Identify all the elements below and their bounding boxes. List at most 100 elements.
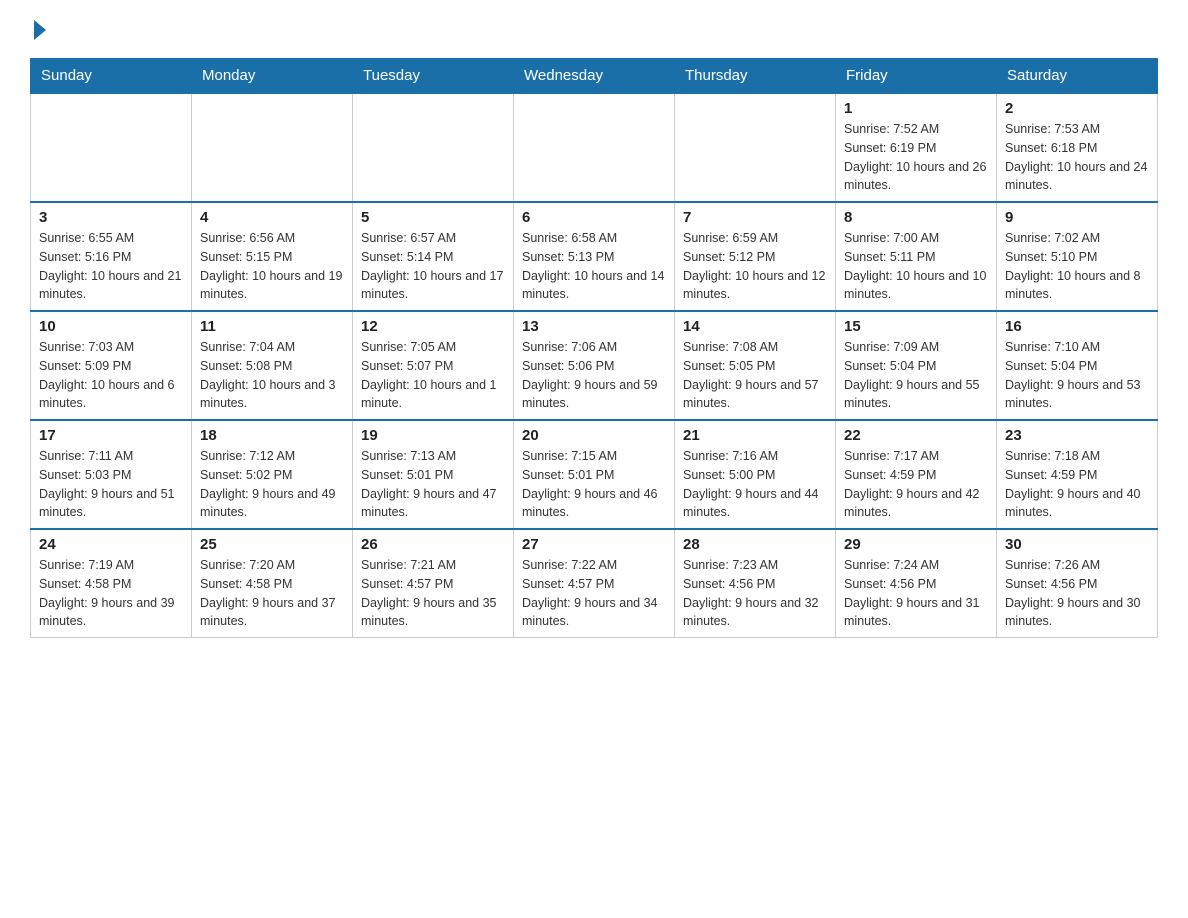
calendar-cell-1-3 (353, 93, 514, 202)
day-number: 1 (844, 100, 988, 117)
day-number: 29 (844, 536, 988, 553)
calendar-cell-1-6: 1 Sunrise: 7:52 AMSunset: 6:19 PMDaylight… (836, 93, 997, 202)
page-header (30, 20, 1158, 40)
day-info: Sunrise: 7:21 AMSunset: 4:57 PMDaylight:… (361, 556, 505, 631)
day-number: 12 (361, 318, 505, 335)
day-number: 30 (1005, 536, 1149, 553)
day-number: 6 (522, 209, 666, 226)
calendar-cell-5-4: 27 Sunrise: 7:22 AMSunset: 4:57 PMDayligh… (514, 529, 675, 638)
day-number: 2 (1005, 100, 1149, 117)
calendar-cell-1-7: 2 Sunrise: 7:53 AMSunset: 6:18 PMDaylight… (997, 93, 1158, 202)
day-info: Sunrise: 7:09 AMSunset: 5:04 PMDaylight:… (844, 338, 988, 413)
calendar-cell-1-2 (192, 93, 353, 202)
logo (30, 20, 46, 40)
calendar-cell-1-1 (31, 93, 192, 202)
calendar-cell-4-5: 21Sunrise: 7:16 AMSunset: 5:00 PMDayligh… (675, 420, 836, 529)
calendar-cell-2-6: 8 Sunrise: 7:00 AMSunset: 5:11 PMDaylight… (836, 202, 997, 311)
weekday-header-wednesday: Wednesday (514, 59, 675, 94)
day-number: 4 (200, 209, 344, 226)
weekday-header-thursday: Thursday (675, 59, 836, 94)
day-info: Sunrise: 7:11 AMSunset: 5:03 PMDaylight:… (39, 447, 183, 522)
weekday-header-sunday: Sunday (31, 59, 192, 94)
day-info: Sunrise: 7:53 AMSunset: 6:18 PMDaylight:… (1005, 120, 1149, 195)
day-number: 15 (844, 318, 988, 335)
day-info: Sunrise: 7:23 AMSunset: 4:56 PMDaylight:… (683, 556, 827, 631)
calendar-cell-2-1: 3 Sunrise: 6:55 AMSunset: 5:16 PMDaylight… (31, 202, 192, 311)
calendar-cell-1-4 (514, 93, 675, 202)
calendar-cell-2-4: 6 Sunrise: 6:58 AMSunset: 5:13 PMDaylight… (514, 202, 675, 311)
day-number: 20 (522, 427, 666, 444)
day-number: 7 (683, 209, 827, 226)
calendar-cell-5-2: 25 Sunrise: 7:20 AMSunset: 4:58 PMDayligh… (192, 529, 353, 638)
day-info: Sunrise: 7:20 AMSunset: 4:58 PMDaylight:… (200, 556, 344, 631)
day-number: 23 (1005, 427, 1149, 444)
day-number: 26 (361, 536, 505, 553)
calendar-cell-3-1: 10Sunrise: 7:03 AMSunset: 5:09 PMDayligh… (31, 311, 192, 420)
day-number: 25 (200, 536, 344, 553)
day-number: 8 (844, 209, 988, 226)
weekday-header-friday: Friday (836, 59, 997, 94)
weekday-header-saturday: Saturday (997, 59, 1158, 94)
day-number: 21 (683, 427, 827, 444)
calendar-cell-2-7: 9 Sunrise: 7:02 AMSunset: 5:10 PMDaylight… (997, 202, 1158, 311)
day-info: Sunrise: 7:10 AMSunset: 5:04 PMDaylight:… (1005, 338, 1149, 413)
day-info: Sunrise: 7:05 AMSunset: 5:07 PMDaylight:… (361, 338, 505, 413)
weekday-header-row: SundayMondayTuesdayWednesdayThursdayFrid… (31, 59, 1158, 94)
day-number: 27 (522, 536, 666, 553)
day-number: 18 (200, 427, 344, 444)
calendar-cell-4-2: 18Sunrise: 7:12 AMSunset: 5:02 PMDayligh… (192, 420, 353, 529)
day-number: 13 (522, 318, 666, 335)
day-info: Sunrise: 7:19 AMSunset: 4:58 PMDaylight:… (39, 556, 183, 631)
day-info: Sunrise: 7:02 AMSunset: 5:10 PMDaylight:… (1005, 229, 1149, 304)
calendar-cell-5-3: 26 Sunrise: 7:21 AMSunset: 4:57 PMDayligh… (353, 529, 514, 638)
day-number: 24 (39, 536, 183, 553)
logo-arrow-icon (34, 20, 46, 40)
day-info: Sunrise: 7:03 AMSunset: 5:09 PMDaylight:… (39, 338, 183, 413)
day-number: 17 (39, 427, 183, 444)
day-number: 3 (39, 209, 183, 226)
calendar-cell-2-5: 7Sunrise: 6:59 AMSunset: 5:12 PMDaylight… (675, 202, 836, 311)
calendar-cell-2-2: 4Sunrise: 6:56 AMSunset: 5:15 PMDaylight… (192, 202, 353, 311)
day-number: 22 (844, 427, 988, 444)
day-info: Sunrise: 6:55 AMSunset: 5:16 PMDaylight:… (39, 229, 183, 304)
day-info: Sunrise: 6:58 AMSunset: 5:13 PMDaylight:… (522, 229, 666, 304)
week-row-1: 1 Sunrise: 7:52 AMSunset: 6:19 PMDaylight… (31, 93, 1158, 202)
calendar-cell-4-6: 22 Sunrise: 7:17 AMSunset: 4:59 PMDayligh… (836, 420, 997, 529)
calendar-cell-4-1: 17 Sunrise: 7:11 AMSunset: 5:03 PMDayligh… (31, 420, 192, 529)
week-row-4: 17 Sunrise: 7:11 AMSunset: 5:03 PMDayligh… (31, 420, 1158, 529)
calendar-cell-5-7: 30 Sunrise: 7:26 AMSunset: 4:56 PMDayligh… (997, 529, 1158, 638)
day-info: Sunrise: 7:26 AMSunset: 4:56 PMDaylight:… (1005, 556, 1149, 631)
day-info: Sunrise: 7:52 AMSunset: 6:19 PMDaylight:… (844, 120, 988, 195)
calendar-cell-3-3: 12 Sunrise: 7:05 AMSunset: 5:07 PMDayligh… (353, 311, 514, 420)
calendar-cell-5-6: 29 Sunrise: 7:24 AMSunset: 4:56 PMDayligh… (836, 529, 997, 638)
week-row-2: 3 Sunrise: 6:55 AMSunset: 5:16 PMDaylight… (31, 202, 1158, 311)
calendar-cell-3-2: 11 Sunrise: 7:04 AMSunset: 5:08 PMDayligh… (192, 311, 353, 420)
calendar-cell-4-3: 19 Sunrise: 7:13 AMSunset: 5:01 PMDayligh… (353, 420, 514, 529)
calendar-cell-5-1: 24 Sunrise: 7:19 AMSunset: 4:58 PMDayligh… (31, 529, 192, 638)
day-number: 28 (683, 536, 827, 553)
day-number: 11 (200, 318, 344, 335)
day-number: 19 (361, 427, 505, 444)
calendar-cell-1-5 (675, 93, 836, 202)
weekday-header-monday: Monday (192, 59, 353, 94)
day-info: Sunrise: 7:00 AMSunset: 5:11 PMDaylight:… (844, 229, 988, 304)
calendar-cell-3-4: 13 Sunrise: 7:06 AMSunset: 5:06 PMDayligh… (514, 311, 675, 420)
calendar-cell-3-5: 14 Sunrise: 7:08 AMSunset: 5:05 PMDayligh… (675, 311, 836, 420)
weekday-header-tuesday: Tuesday (353, 59, 514, 94)
day-info: Sunrise: 7:08 AMSunset: 5:05 PMDaylight:… (683, 338, 827, 413)
calendar-cell-2-3: 5Sunrise: 6:57 AMSunset: 5:14 PMDaylight… (353, 202, 514, 311)
day-info: Sunrise: 7:17 AMSunset: 4:59 PMDaylight:… (844, 447, 988, 522)
calendar-cell-5-5: 28 Sunrise: 7:23 AMSunset: 4:56 PMDayligh… (675, 529, 836, 638)
day-info: Sunrise: 7:06 AMSunset: 5:06 PMDaylight:… (522, 338, 666, 413)
day-info: Sunrise: 7:04 AMSunset: 5:08 PMDaylight:… (200, 338, 344, 413)
day-info: Sunrise: 7:18 AMSunset: 4:59 PMDaylight:… (1005, 447, 1149, 522)
calendar-cell-3-6: 15 Sunrise: 7:09 AMSunset: 5:04 PMDayligh… (836, 311, 997, 420)
day-number: 14 (683, 318, 827, 335)
day-info: Sunrise: 7:13 AMSunset: 5:01 PMDaylight:… (361, 447, 505, 522)
calendar-cell-4-7: 23 Sunrise: 7:18 AMSunset: 4:59 PMDayligh… (997, 420, 1158, 529)
day-info: Sunrise: 7:22 AMSunset: 4:57 PMDaylight:… (522, 556, 666, 631)
day-info: Sunrise: 7:24 AMSunset: 4:56 PMDaylight:… (844, 556, 988, 631)
calendar-table: SundayMondayTuesdayWednesdayThursdayFrid… (30, 58, 1158, 638)
day-number: 9 (1005, 209, 1149, 226)
calendar-cell-4-4: 20Sunrise: 7:15 AMSunset: 5:01 PMDayligh… (514, 420, 675, 529)
